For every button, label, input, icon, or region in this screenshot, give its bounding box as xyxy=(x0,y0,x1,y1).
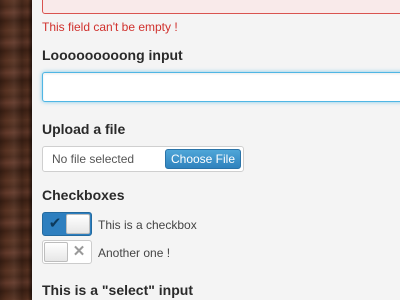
checkbox-2-label[interactable]: Another one ! xyxy=(98,246,170,260)
file-status-text: No file selected xyxy=(52,152,135,166)
wood-background xyxy=(0,0,32,300)
form-panel: This field can't be empty ! Looooooooong… xyxy=(32,0,400,300)
field-error-message: This field can't be empty ! xyxy=(42,20,178,34)
select-input-label: This is a "select" input xyxy=(42,282,193,298)
cross-icon: ✕ xyxy=(72,243,86,260)
long-input-label: Looooooooong input xyxy=(42,47,183,63)
toggle-knob xyxy=(44,242,68,262)
checkboxes-label: Checkboxes xyxy=(42,187,125,203)
long-text-input[interactable] xyxy=(42,72,400,102)
checkbox-1-label[interactable]: This is a checkbox xyxy=(98,218,197,232)
checkbox-toggle-2[interactable]: ✕ xyxy=(42,240,92,264)
file-upload-input[interactable]: No file selected Choose File xyxy=(42,146,244,172)
choose-file-button[interactable]: Choose File xyxy=(165,149,241,169)
required-field-input[interactable] xyxy=(42,0,400,14)
toggle-knob xyxy=(66,214,90,234)
checkbox-toggle-1[interactable]: ✔ xyxy=(42,212,92,236)
upload-label: Upload a file xyxy=(42,121,126,137)
check-icon: ✔ xyxy=(48,215,62,232)
